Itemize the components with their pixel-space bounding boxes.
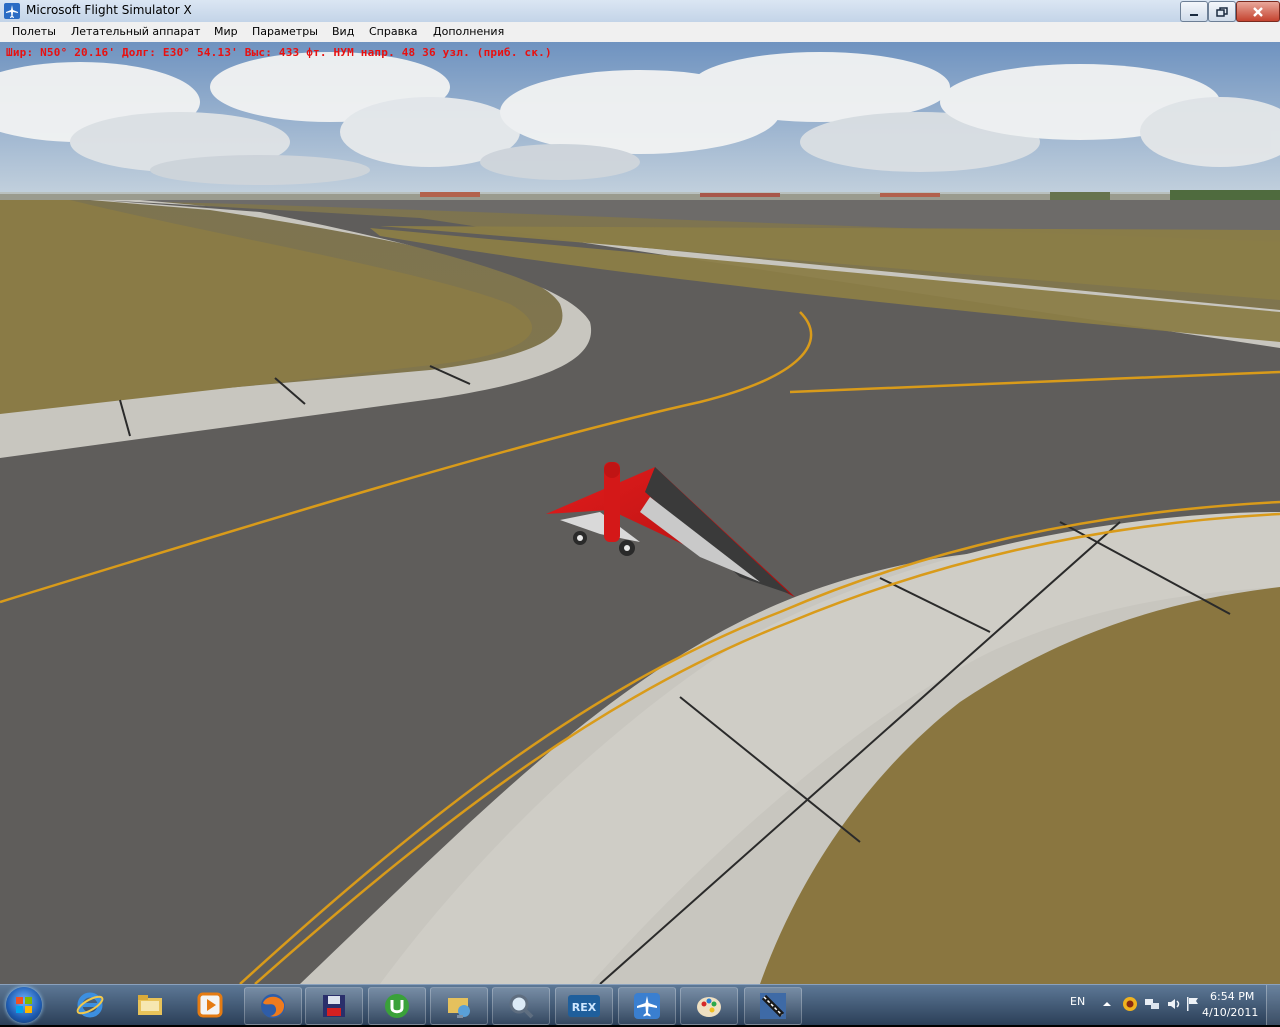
system-tray: EN 6:54 PM 4/10/2011 bbox=[1062, 985, 1280, 1025]
minimize-button[interactable] bbox=[1180, 1, 1208, 22]
runway-tool-icon bbox=[760, 993, 786, 1019]
rex-icon: REX bbox=[568, 995, 600, 1017]
simulator-viewport[interactable]: Шир: N50° 20.16' Долг: E30° 54.13' Выс: … bbox=[0, 42, 1280, 984]
close-button[interactable] bbox=[1236, 1, 1280, 22]
window-title: Microsoft Flight Simulator X bbox=[26, 3, 192, 17]
internet-explorer-icon bbox=[76, 992, 104, 1018]
magnifier-icon bbox=[509, 994, 534, 1019]
restore-icon bbox=[1216, 6, 1228, 17]
rex-icon-label: REX bbox=[572, 1001, 597, 1014]
start-button[interactable] bbox=[6, 987, 42, 1023]
taskbar-media-player[interactable] bbox=[182, 987, 238, 1023]
scenery-view bbox=[0, 42, 1280, 984]
airplane-icon bbox=[4, 3, 20, 19]
coordinates-readout: Шир: N50° 20.16' Долг: E30° 54.13' Выс: … bbox=[6, 46, 552, 59]
utorrent-icon bbox=[385, 994, 409, 1018]
show-hidden-icons-icon[interactable] bbox=[1102, 999, 1112, 1009]
minimize-icon bbox=[1190, 13, 1198, 16]
windows-logo-icon bbox=[16, 997, 32, 1013]
clock-time[interactable]: 6:54 PM bbox=[1210, 990, 1254, 1003]
menu-bar: Полеты Летательный аппарат Мир Параметры… bbox=[0, 22, 1280, 43]
show-desktop-button[interactable] bbox=[1266, 985, 1280, 1025]
firefox-icon bbox=[261, 994, 285, 1018]
taskbar-flight-simulator[interactable] bbox=[618, 987, 676, 1025]
taskbar-network-folder[interactable] bbox=[430, 987, 488, 1025]
menu-aircraft[interactable]: Летательный аппарат bbox=[71, 25, 200, 38]
flight-simulator-icon bbox=[634, 993, 660, 1019]
taskbar: REX EN 6:54 PM 4/10/2011 bbox=[0, 984, 1280, 1025]
menu-help[interactable]: Справка bbox=[369, 25, 417, 38]
menu-view[interactable]: Вид bbox=[332, 25, 354, 38]
network-icon[interactable] bbox=[1144, 996, 1160, 1012]
media-player-icon bbox=[197, 992, 223, 1018]
taskbar-internet-explorer[interactable] bbox=[62, 987, 118, 1023]
taskbar-rex[interactable]: REX bbox=[555, 987, 613, 1025]
taskbar-runway-tool[interactable] bbox=[744, 987, 802, 1025]
taskbar-paint[interactable] bbox=[680, 987, 738, 1025]
taskbar-explorer[interactable] bbox=[122, 987, 178, 1023]
network-folder-icon bbox=[448, 998, 470, 1018]
restore-button[interactable] bbox=[1208, 1, 1236, 22]
tray-app-icon[interactable] bbox=[1122, 996, 1138, 1012]
language-indicator[interactable]: EN bbox=[1070, 995, 1085, 1008]
menu-world[interactable]: Мир bbox=[214, 25, 238, 38]
menu-options[interactable]: Параметры bbox=[252, 25, 318, 38]
menu-addons[interactable]: Дополнения bbox=[433, 25, 504, 38]
taskbar-utorrent[interactable] bbox=[368, 987, 426, 1025]
title-bar[interactable]: Microsoft Flight Simulator X bbox=[0, 0, 1280, 23]
taskbar-save-disk[interactable] bbox=[305, 987, 363, 1025]
paint-icon bbox=[697, 997, 721, 1017]
taskbar-magnifier[interactable] bbox=[492, 987, 550, 1025]
flag-icon[interactable] bbox=[1186, 996, 1200, 1012]
close-icon bbox=[1253, 6, 1263, 17]
menu-flights[interactable]: Полеты bbox=[12, 25, 56, 38]
taskbar-firefox[interactable] bbox=[244, 987, 302, 1025]
volume-icon[interactable] bbox=[1166, 996, 1182, 1012]
save-disk-icon bbox=[323, 995, 345, 1017]
folder-icon bbox=[138, 995, 162, 1015]
clock-date[interactable]: 4/10/2011 bbox=[1202, 1006, 1258, 1019]
